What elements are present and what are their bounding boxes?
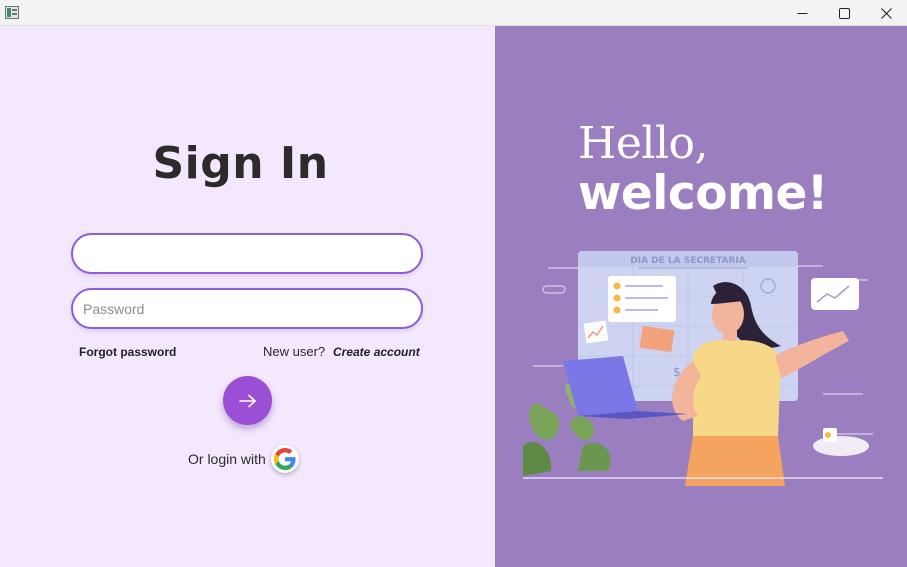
password-field[interactable] bbox=[71, 288, 423, 329]
new-user-label: New user? bbox=[263, 344, 326, 359]
maximize-button[interactable] bbox=[823, 0, 865, 26]
create-account-link[interactable]: Create account bbox=[333, 345, 420, 359]
welcome-heading: welcome! bbox=[578, 166, 828, 221]
forgot-password-link[interactable]: Forgot password bbox=[79, 345, 176, 359]
minimize-icon bbox=[797, 12, 807, 14]
password-input[interactable] bbox=[73, 290, 421, 327]
or-login-with-label: Or login with bbox=[188, 451, 266, 467]
chart-card bbox=[811, 278, 859, 310]
board-caption: DIA DE LA SECRETARIA bbox=[630, 256, 746, 266]
submit-button[interactable] bbox=[223, 376, 272, 425]
maximize-icon bbox=[838, 7, 850, 19]
username-field[interactable] bbox=[71, 233, 423, 274]
close-icon bbox=[880, 7, 892, 19]
signin-panel: Sign In Forgot password New user? Create… bbox=[0, 26, 495, 567]
welcome-panel: Hello, welcome! DIA DE LA SECRETARIA $ bbox=[495, 26, 907, 567]
close-button[interactable] bbox=[865, 0, 907, 26]
minimize-button[interactable] bbox=[781, 0, 823, 26]
app-window-icon bbox=[5, 6, 19, 19]
google-login-button[interactable] bbox=[271, 445, 299, 473]
username-input[interactable] bbox=[73, 235, 421, 272]
window-titlebar bbox=[0, 0, 907, 26]
coffee-cups bbox=[813, 428, 869, 456]
arrow-right-icon bbox=[238, 394, 256, 407]
google-icon bbox=[274, 448, 296, 470]
hello-heading: Hello, bbox=[578, 118, 709, 169]
signin-title: Sign In bbox=[152, 138, 329, 189]
secretary-illustration: DIA DE LA SECRETARIA $ bbox=[523, 251, 883, 486]
